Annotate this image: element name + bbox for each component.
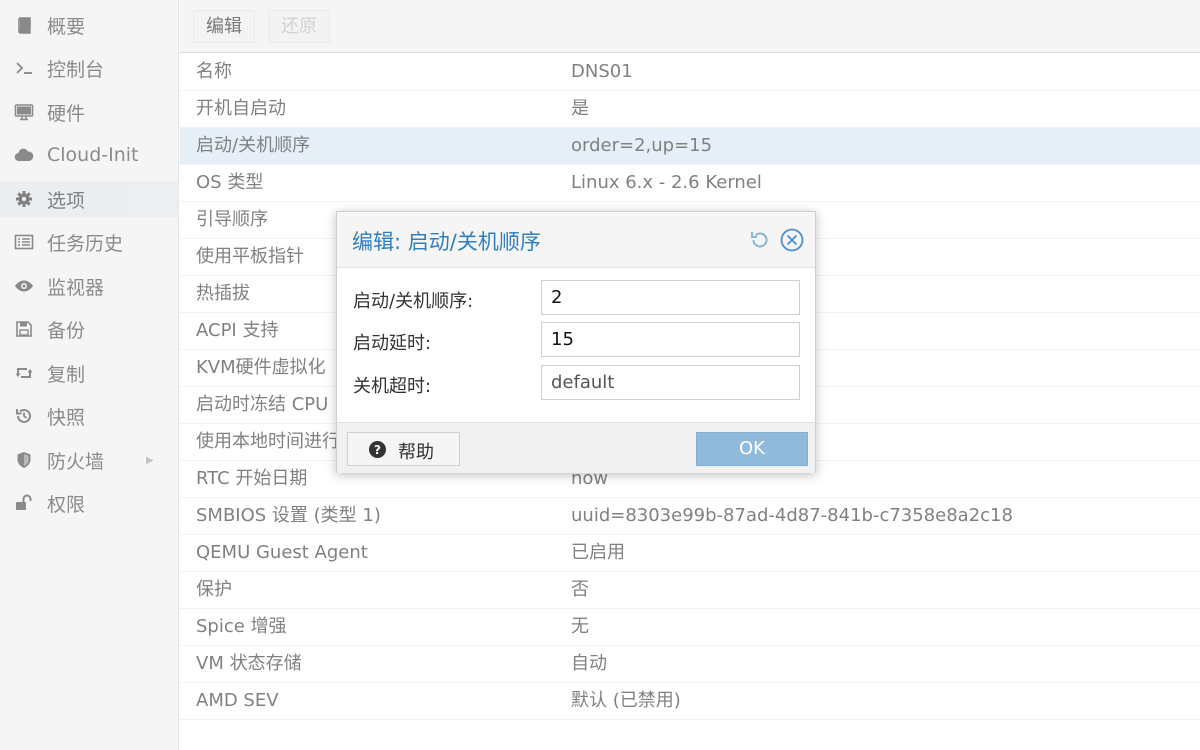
order-label: 启动/关机顺序:	[353, 291, 474, 312]
grid-row-selected[interactable]: 启动/关机顺序 order=2,up=15	[180, 128, 1200, 165]
dialog-body: 启动/关机顺序: 启动延时: 关机超时:	[337, 268, 815, 421]
sidebar-item-label: 防火墙	[47, 450, 105, 473]
dialog-title: 编辑: 启动/关机顺序	[352, 230, 541, 254]
row-value: 否	[571, 579, 589, 600]
edit-button[interactable]: 编辑	[193, 10, 255, 43]
unlock-icon	[12, 493, 36, 513]
row-key: SMBIOS 设置 (类型 1)	[196, 505, 381, 526]
sidebar-item-label: 权限	[47, 493, 86, 516]
close-icon[interactable]	[780, 228, 804, 252]
shutdown-timeout-label: 关机超时:	[353, 376, 432, 397]
row-key: 启动时冻结 CPU	[196, 394, 329, 415]
row-key: 引导顺序	[196, 209, 268, 230]
row-value: 无	[571, 616, 589, 637]
dialog-footer: ? 帮助 OK	[337, 422, 815, 473]
sidebar-item-task-history[interactable]: 任务历史	[0, 224, 179, 260]
sidebar-item-label: 硬件	[47, 102, 86, 125]
grid-row[interactable]: Spice 增强 无	[180, 609, 1200, 646]
floppy-icon	[12, 319, 36, 339]
row-key: 保护	[196, 579, 232, 600]
sidebar-item-label: 监视器	[47, 276, 105, 299]
reset-icon[interactable]	[747, 228, 771, 252]
chevron-right-icon: ▶	[146, 454, 154, 466]
startup-delay-label: 启动延时:	[353, 333, 432, 354]
row-key: 开机自启动	[196, 98, 286, 119]
row-key: RTC 开始日期	[196, 468, 308, 489]
sidebar-item-firewall[interactable]: 防火墙 ▶	[0, 442, 179, 478]
row-value: 自动	[571, 653, 607, 674]
row-value: 是	[571, 98, 589, 119]
row-value: uuid=8303e99b-87ad-4d87-841b-c7358e8a2c1…	[571, 505, 1013, 526]
row-key: 热插拔	[196, 283, 250, 304]
grid-row[interactable]: SMBIOS 设置 (类型 1) uuid=8303e99b-87ad-4d87-…	[180, 498, 1200, 535]
sidebar-item-cloud-init[interactable]: Cloud-Init	[0, 137, 179, 173]
grid-row[interactable]: 开机自启动 是	[180, 91, 1200, 128]
terminal-icon	[12, 58, 36, 78]
shutdown-timeout-field-row: 关机超时:	[337, 365, 815, 401]
sidebar-item-backup[interactable]: 备份	[0, 311, 179, 347]
sidebar-item-console[interactable]: 控制台	[0, 50, 179, 86]
sidebar-item-label: 概要	[47, 15, 86, 38]
startup-delay-input[interactable]	[541, 322, 800, 357]
shield-icon	[12, 450, 36, 470]
question-circle-icon: ?	[369, 441, 386, 458]
grid-row[interactable]: VM 状态存储 自动	[180, 646, 1200, 683]
list-icon	[12, 232, 36, 252]
row-key: ACPI 支持	[196, 320, 279, 341]
row-value: 已启用	[571, 542, 625, 563]
toolbar: 编辑 还原	[180, 0, 1200, 53]
sidebar-item-hardware[interactable]: 硬件	[0, 94, 179, 130]
row-key: VM 状态存储	[196, 653, 302, 674]
edit-dialog: 编辑: 启动/关机顺序 启动/关机顺序: 启动延时: 关机超时: ? 帮助 OK	[336, 211, 816, 473]
row-key: 名称	[196, 61, 232, 82]
shutdown-timeout-input[interactable]	[541, 365, 800, 400]
eye-icon	[12, 276, 36, 296]
help-button-label: 帮助	[398, 442, 434, 463]
help-button[interactable]: ? 帮助	[347, 432, 460, 466]
gear-icon	[12, 189, 36, 209]
sidebar-item-label: 快照	[47, 406, 86, 429]
row-key: QEMU Guest Agent	[196, 542, 368, 563]
grid-row[interactable]: 名称 DNS01	[180, 54, 1200, 91]
row-value: Linux 6.x - 2.6 Kernel	[571, 172, 762, 193]
grid-row[interactable]: AMD SEV 默认 (已禁用)	[180, 683, 1200, 720]
sidebar-item-monitor[interactable]: 监视器	[0, 268, 179, 304]
sidebar-item-snapshots[interactable]: 快照	[0, 398, 179, 434]
sidebar-item-label: 复制	[47, 363, 86, 386]
sidebar-item-replication[interactable]: 复制	[0, 355, 179, 391]
row-key: 使用平板指针	[196, 246, 304, 267]
retweet-icon	[12, 363, 36, 383]
sidebar-item-label: 选项	[47, 189, 86, 212]
row-key: OS 类型	[196, 172, 264, 193]
grid-row[interactable]: OS 类型 Linux 6.x - 2.6 Kernel	[180, 165, 1200, 202]
ok-button[interactable]: OK	[696, 432, 808, 466]
desktop-icon	[12, 102, 36, 122]
sidebar-item-label: 任务历史	[47, 232, 124, 255]
history-icon	[12, 406, 36, 426]
sidebar-item-label: 控制台	[47, 58, 105, 81]
sidebar-item-summary[interactable]: 概要	[0, 7, 179, 43]
sidebar: 概要 控制台 硬件 Cloud-Init 选项 任务历史 监视器 备份 复制 快…	[0, 0, 179, 750]
row-key: KVM硬件虚拟化	[196, 357, 326, 378]
grid-row[interactable]: 保护 否	[180, 572, 1200, 609]
cloud-icon	[12, 145, 36, 165]
startup-delay-field-row: 启动延时:	[337, 322, 815, 358]
grid-row[interactable]: QEMU Guest Agent 已启用	[180, 535, 1200, 572]
order-input[interactable]	[541, 280, 800, 315]
sidebar-item-permissions[interactable]: 权限	[0, 485, 179, 521]
row-value: DNS01	[571, 61, 633, 82]
row-key: 使用本地时间进行	[196, 431, 340, 452]
sidebar-item-label: 备份	[47, 319, 86, 342]
row-key: Spice 增强	[196, 616, 287, 637]
row-key: AMD SEV	[196, 690, 279, 711]
revert-button[interactable]: 还原	[268, 10, 330, 43]
order-field-row: 启动/关机顺序:	[337, 280, 815, 316]
row-value: order=2,up=15	[571, 135, 713, 156]
dialog-header: 编辑: 启动/关机顺序	[337, 212, 815, 268]
book-icon	[12, 15, 36, 35]
sidebar-item-label: Cloud-Init	[47, 144, 139, 166]
row-value: 默认 (已禁用)	[571, 690, 681, 711]
row-key: 启动/关机顺序	[196, 135, 311, 156]
sidebar-item-options[interactable]: 选项	[0, 181, 179, 217]
